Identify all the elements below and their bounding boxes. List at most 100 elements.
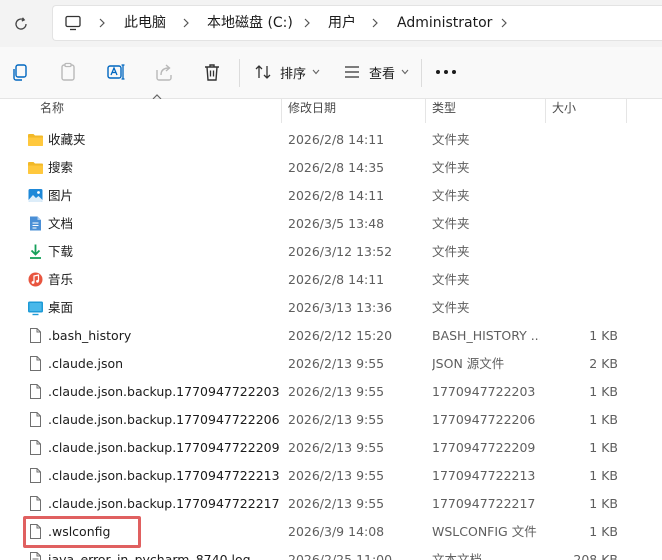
music-icon bbox=[27, 271, 44, 288]
chevron-right-icon bbox=[372, 18, 378, 28]
toolbar-divider bbox=[239, 59, 240, 87]
file-row[interactable]: 搜索 2026/2/8 14:35 文件夹 bbox=[0, 154, 662, 182]
more-options-button[interactable] bbox=[436, 70, 456, 76]
chevron-right-icon[interactable] bbox=[498, 17, 510, 29]
column-header-name[interactable]: 名称 bbox=[40, 99, 280, 123]
file-row[interactable]: .claude.json.backup.1770947722203 2026/2/… bbox=[0, 378, 662, 406]
file-type: 文本文档 bbox=[432, 552, 483, 560]
address-bar[interactable]: 此电脑 本地磁盘 (C:) 用户 Administrator bbox=[52, 5, 662, 41]
breadcrumb-item-users[interactable]: 用户 bbox=[328, 6, 356, 40]
copy-icon[interactable] bbox=[9, 61, 31, 83]
file-row[interactable]: .bash_history 2026/2/12 15:20 BASH_HISTORY… bbox=[0, 322, 662, 350]
file-row[interactable]: 下载 2026/3/12 13:52 文件夹 bbox=[0, 238, 662, 266]
file-icon bbox=[27, 439, 44, 456]
column-resize-handle[interactable] bbox=[545, 99, 546, 123]
refresh-button[interactable] bbox=[6, 9, 36, 39]
file-name: 图片 bbox=[48, 188, 74, 203]
file-name: .claude.json bbox=[48, 356, 124, 371]
file-list: 收藏夹 2026/2/8 14:11 文件夹 搜索 2026/2/8 14:35 文件夹… bbox=[0, 126, 662, 560]
ellipsis-icon bbox=[452, 70, 456, 74]
folder-icon bbox=[27, 159, 44, 176]
file-type: 文件夹 bbox=[432, 132, 470, 147]
file-date: 2026/2/8 14:11 bbox=[288, 188, 385, 203]
file-row[interactable]: java_error_in_pycharm_8740.log 2026/2/25 … bbox=[0, 546, 662, 560]
breadcrumb-item-administrator[interactable]: Administrator bbox=[397, 6, 492, 40]
file-name: 桌面 bbox=[48, 300, 74, 315]
column-resize-handle[interactable] bbox=[281, 99, 282, 123]
file-type: 1770947722217 ... bbox=[432, 496, 540, 511]
breadcrumb-item-this-pc[interactable]: 此电脑 bbox=[124, 6, 166, 40]
file-date: 2026/2/13 9:55 bbox=[288, 412, 385, 427]
column-resize-handle[interactable] bbox=[425, 99, 426, 123]
delete-icon[interactable] bbox=[201, 61, 223, 83]
file-size: 1 KB bbox=[589, 384, 618, 399]
file-type: WSLCONFIG 文件 bbox=[432, 524, 537, 539]
file-row[interactable]: .claude.json.backup.1770947722217 2026/2/… bbox=[0, 490, 662, 518]
file-size: 1 KB bbox=[589, 496, 618, 511]
file-date: 2026/2/13 9:55 bbox=[288, 440, 385, 455]
file-type: 文件夹 bbox=[432, 300, 470, 315]
file-name: 音乐 bbox=[48, 272, 74, 287]
file-date: 2026/3/9 14:08 bbox=[288, 524, 385, 539]
share-icon[interactable] bbox=[153, 61, 175, 83]
file-icon bbox=[27, 411, 44, 428]
file-date: 2026/2/13 9:55 bbox=[288, 496, 385, 511]
paste-icon[interactable] bbox=[57, 61, 79, 83]
chevron-right-icon bbox=[304, 18, 310, 28]
file-date: 2026/2/13 9:55 bbox=[288, 356, 385, 371]
file-row[interactable]: 音乐 2026/2/8 14:11 文件夹 bbox=[0, 266, 662, 294]
file-size: 1 KB bbox=[589, 412, 618, 427]
ellipsis-icon bbox=[444, 70, 448, 74]
file-icon bbox=[27, 523, 44, 540]
download-icon bbox=[27, 243, 44, 260]
file-date: 2026/3/12 13:52 bbox=[288, 244, 393, 259]
file-row[interactable]: .wslconfig 2026/3/9 14:08 WSLCONFIG 文件 1 KB bbox=[0, 518, 662, 546]
column-header-size[interactable]: 大小 bbox=[552, 99, 622, 123]
file-type: 文件夹 bbox=[432, 160, 470, 175]
sort-button[interactable]: 排序 bbox=[254, 60, 320, 84]
file-size: 1 KB bbox=[589, 328, 618, 343]
sort-icon bbox=[255, 65, 271, 79]
file-row[interactable]: .claude.json.backup.1770947722209 2026/2/… bbox=[0, 434, 662, 462]
documents-icon bbox=[27, 215, 44, 232]
column-header-type[interactable]: 类型 bbox=[432, 99, 540, 123]
view-button-label: 查看 bbox=[369, 66, 396, 82]
file-date: 2026/2/13 9:55 bbox=[288, 468, 385, 483]
file-date: 2026/2/12 15:20 bbox=[288, 328, 393, 343]
view-button[interactable]: 查看 bbox=[343, 60, 409, 84]
file-type: 1770947722206 ... bbox=[432, 412, 540, 427]
file-size: 1 KB bbox=[589, 440, 618, 455]
address-bar-area: 此电脑 本地磁盘 (C:) 用户 Administrator bbox=[0, 0, 662, 47]
file-name: 收藏夹 bbox=[48, 132, 86, 147]
sort-button-label: 排序 bbox=[280, 66, 307, 82]
column-header-date[interactable]: 修改日期 bbox=[288, 99, 423, 123]
view-icon bbox=[345, 66, 359, 78]
desktop-icon bbox=[27, 299, 44, 316]
file-date: 2026/2/25 11:00 bbox=[288, 552, 393, 560]
text-file-icon bbox=[27, 551, 44, 560]
file-name: .claude.json.backup.1770947722203 bbox=[48, 384, 280, 399]
ellipsis-icon bbox=[436, 70, 440, 74]
chevron-right-icon bbox=[99, 18, 105, 28]
file-row[interactable]: .claude.json.backup.1770947722213 2026/2/… bbox=[0, 462, 662, 490]
file-name: .claude.json.backup.1770947722209 bbox=[48, 440, 280, 455]
computer-icon bbox=[65, 15, 81, 31]
file-name: 下载 bbox=[48, 244, 74, 259]
file-row[interactable]: .claude.json 2026/2/13 9:55 JSON 源文件 2 KB bbox=[0, 350, 662, 378]
file-type: JSON 源文件 bbox=[432, 356, 505, 371]
file-icon bbox=[27, 467, 44, 484]
file-type: 文件夹 bbox=[432, 272, 470, 287]
file-name: java_error_in_pycharm_8740.log bbox=[48, 552, 251, 560]
file-date: 2026/2/8 14:35 bbox=[288, 160, 385, 175]
column-resize-handle[interactable] bbox=[626, 99, 627, 123]
file-name: .wslconfig bbox=[48, 524, 111, 539]
file-row[interactable]: .claude.json.backup.1770947722206 2026/2/… bbox=[0, 406, 662, 434]
file-row[interactable]: 桌面 2026/3/13 13:36 文件夹 bbox=[0, 294, 662, 322]
file-row[interactable]: 文档 2026/3/5 13:48 文件夹 bbox=[0, 210, 662, 238]
file-row[interactable]: 图片 2026/2/8 14:11 文件夹 bbox=[0, 182, 662, 210]
chevron-down-icon bbox=[312, 69, 320, 75]
file-row[interactable]: 收藏夹 2026/2/8 14:11 文件夹 bbox=[0, 126, 662, 154]
rename-icon[interactable] bbox=[105, 61, 127, 83]
star-folder-icon bbox=[27, 131, 44, 148]
breadcrumb-item-local-disk[interactable]: 本地磁盘 (C:) bbox=[207, 6, 293, 40]
